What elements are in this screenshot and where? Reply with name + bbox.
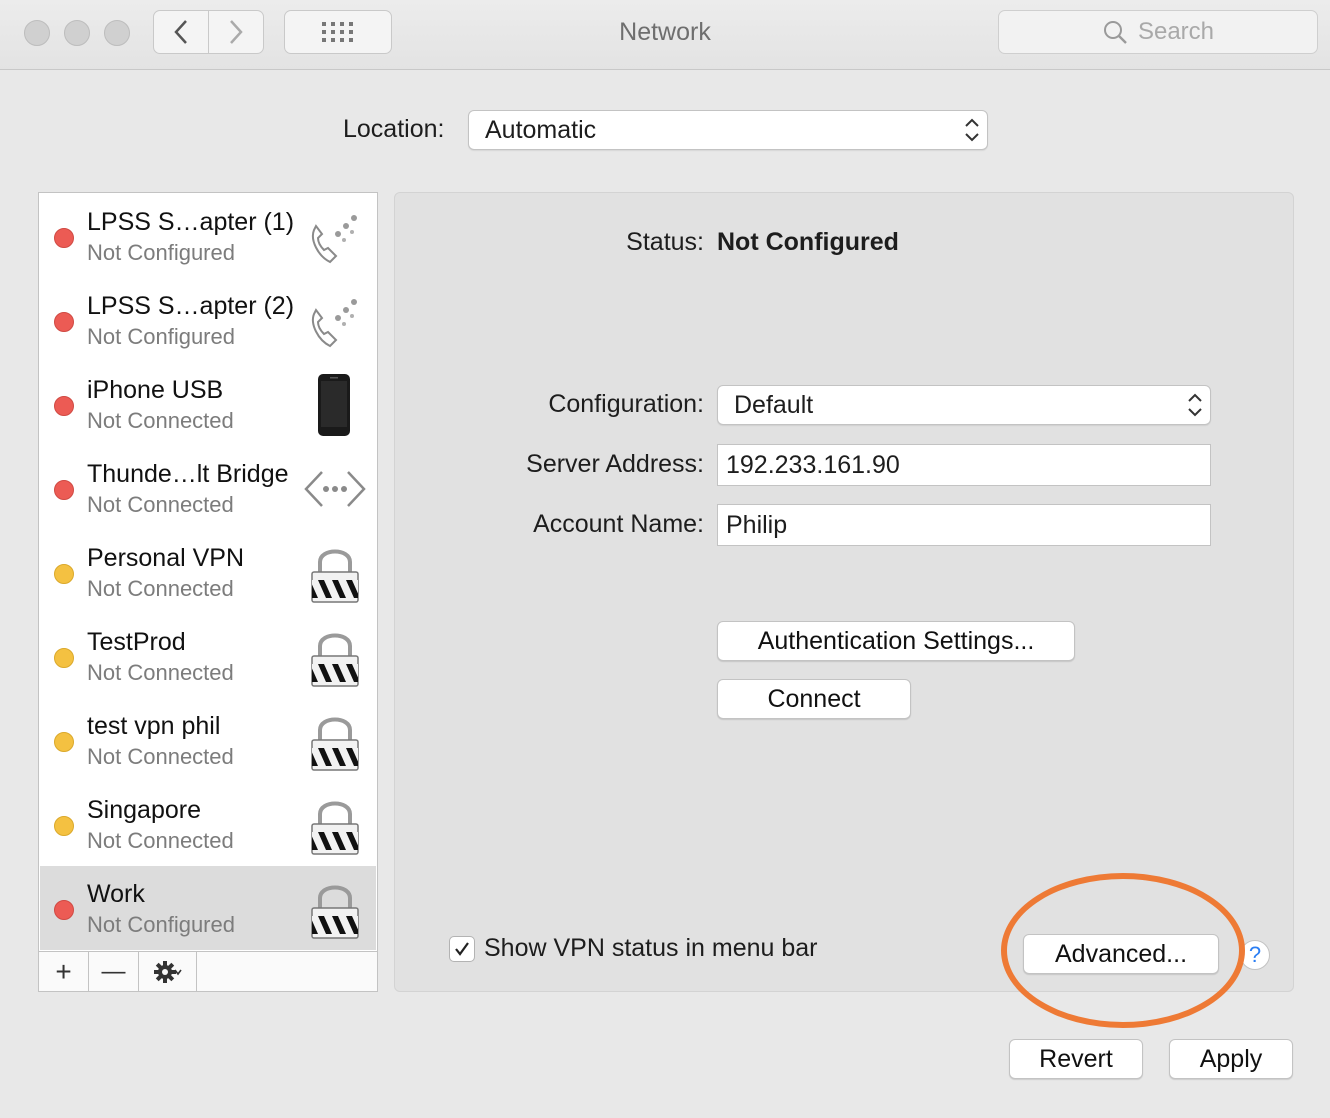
service-name: LPSS S…apter (1)	[87, 208, 295, 236]
server-address-label: Server Address:	[526, 450, 704, 478]
service-name: TestProd	[87, 628, 186, 656]
service-status: Not Connected	[87, 660, 234, 685]
service-status: Not Connected	[87, 576, 234, 601]
title-bar: Network Search	[0, 0, 1330, 70]
configuration-value: Default	[734, 390, 814, 419]
revert-button[interactable]: Revert	[1009, 1039, 1143, 1079]
location-popup[interactable]: Automatic	[468, 110, 988, 150]
server-address-value: 192.233.161.90	[726, 450, 900, 479]
vpn-lock-icon	[304, 540, 366, 606]
status-dot-yellow	[54, 648, 74, 668]
service-name: Personal VPN	[87, 544, 245, 572]
remove-service-button[interactable]: —	[89, 952, 139, 992]
vpn-lock-icon	[304, 708, 366, 774]
service-list-toolbar: + —	[39, 951, 377, 992]
location-label: Location:	[343, 115, 445, 143]
add-service-button[interactable]: +	[39, 952, 89, 992]
gear-icon	[153, 961, 182, 983]
detail-panel	[394, 192, 1294, 992]
search-icon	[1103, 21, 1127, 44]
modem-phone-icon	[304, 288, 366, 354]
service-item[interactable]: test vpn phil Not Connected	[40, 698, 376, 782]
service-name: test vpn phil	[87, 712, 221, 740]
apply-button[interactable]: Apply	[1169, 1039, 1293, 1079]
status-dot-yellow	[54, 564, 74, 584]
vpn-lock-icon	[304, 624, 366, 690]
show-vpn-status-label: Show VPN status in menu bar	[484, 934, 818, 962]
service-status: Not Configured	[87, 240, 235, 265]
account-name-field[interactable]: Philip	[717, 504, 1211, 546]
service-status: Not Connected	[87, 828, 234, 853]
modem-phone-icon	[304, 204, 366, 270]
iphone-icon	[304, 372, 366, 438]
search-input[interactable]: Search	[998, 10, 1318, 54]
service-status: Not Connected	[87, 492, 234, 517]
configuration-popup[interactable]: Default	[717, 385, 1211, 425]
status-dot-red	[54, 900, 74, 920]
service-item[interactable]: Personal VPN Not Connected	[40, 530, 376, 614]
server-address-field[interactable]: 192.233.161.90	[717, 444, 1211, 486]
service-item[interactable]: iPhone USB Not Connected	[40, 362, 376, 446]
service-list: LPSS S…apter (1) Not Configured LPSS S…apt…	[38, 192, 378, 992]
service-name: Singapore	[87, 796, 201, 824]
account-name-label: Account Name:	[533, 510, 704, 538]
service-item[interactable]: Singapore Not Connected	[40, 782, 376, 866]
checkmark-icon	[455, 942, 469, 956]
service-item[interactable]: TestProd Not Connected	[40, 614, 376, 698]
connect-button[interactable]: Connect	[717, 679, 911, 719]
status-dot-red	[54, 228, 74, 248]
up-down-arrows-icon	[965, 118, 979, 142]
service-status: Not Connected	[87, 744, 234, 769]
service-status: Not Configured	[87, 912, 235, 937]
service-name: iPhone USB	[87, 376, 224, 404]
show-vpn-status-checkbox[interactable]	[449, 936, 475, 962]
service-status: Not Connected	[87, 408, 234, 433]
service-name: Thunde…lt Bridge	[87, 460, 289, 488]
account-name-value: Philip	[726, 510, 788, 539]
status-dot-yellow	[54, 816, 74, 836]
status-label: Status:	[626, 228, 704, 256]
service-item[interactable]: Thunde…lt Bridge Not Connected	[40, 446, 376, 530]
service-item[interactable]: Work Not Configured	[40, 866, 376, 950]
vpn-lock-icon	[304, 876, 366, 942]
service-item[interactable]: LPSS S…apter (2) Not Configured	[40, 278, 376, 362]
service-item[interactable]: LPSS S…apter (1) Not Configured	[40, 194, 376, 278]
status-dot-red	[54, 480, 74, 500]
service-name: LPSS S…apter (2)	[87, 292, 295, 320]
location-value: Automatic	[485, 115, 597, 144]
status-value: Not Configured	[717, 228, 899, 256]
service-status: Not Configured	[87, 324, 235, 349]
vpn-lock-icon	[304, 792, 366, 858]
up-down-arrows-icon	[1188, 393, 1202, 417]
search-placeholder: Search	[1137, 18, 1215, 45]
authentication-settings-button[interactable]: Authentication Settings...	[717, 621, 1075, 661]
bridge-arrows-icon	[304, 456, 366, 522]
status-dot-red	[54, 312, 74, 332]
status-dot-red	[54, 396, 74, 416]
action-menu-button[interactable]	[139, 952, 197, 992]
highlight-circle-annotation	[1001, 873, 1245, 1028]
configuration-label: Configuration:	[548, 390, 704, 418]
service-name: Work	[87, 880, 145, 908]
status-dot-yellow	[54, 732, 74, 752]
